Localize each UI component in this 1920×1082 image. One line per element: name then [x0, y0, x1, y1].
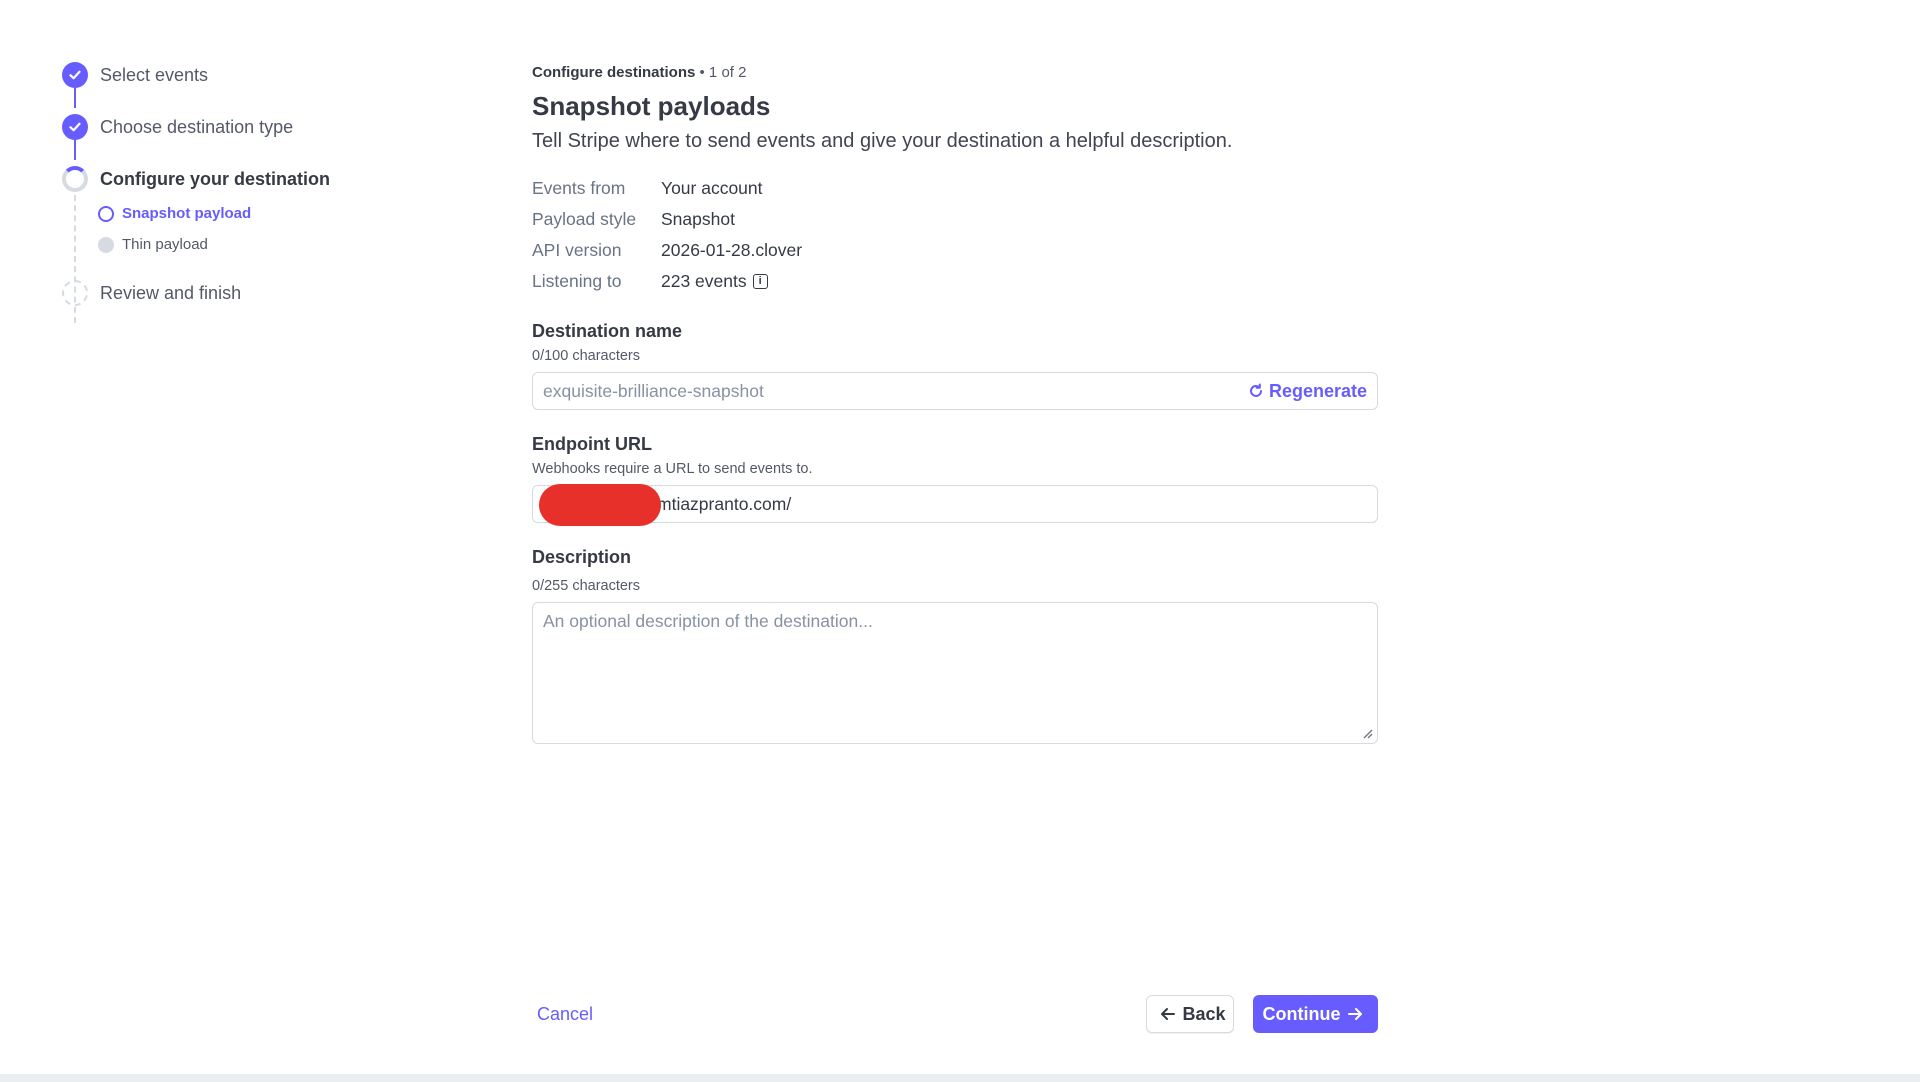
- progress-ring-icon: [62, 166, 88, 192]
- endpoint-url-field: Endpoint URL Webhooks require a URL to s…: [532, 434, 1378, 526]
- back-label: Back: [1182, 1003, 1226, 1024]
- resize-handle-icon[interactable]: [1361, 727, 1373, 739]
- page-title: Snapshot payloads: [532, 91, 771, 121]
- substep-label: Thin payload: [122, 236, 208, 253]
- summary-row: Listening to 223 events i: [532, 266, 1378, 297]
- check-circle-icon: [62, 62, 88, 88]
- step-connector: [74, 140, 76, 160]
- description-field: Description 0/255 characters: [532, 547, 1378, 744]
- description-textarea-box: [532, 602, 1378, 744]
- pending-circle-icon: [62, 280, 88, 306]
- summary-row: Events from Your account: [532, 173, 1378, 204]
- breadcrumb-section: Configure destinations: [532, 64, 696, 81]
- bottom-divider: [0, 1074, 1920, 1082]
- summary-value: Your account: [661, 178, 763, 198]
- step-configure-destination: Configure your destination: [62, 166, 330, 192]
- continue-label: Continue: [1262, 1003, 1341, 1024]
- info-icon[interactable]: i: [752, 274, 768, 289]
- step-label: Review and finish: [100, 282, 242, 303]
- description-label: Description: [532, 547, 632, 567]
- substep-label: Snapshot payload: [122, 205, 252, 222]
- destination-name-field: Destination name 0/100 characters Regene…: [532, 321, 1378, 410]
- destination-name-input[interactable]: [543, 380, 1248, 402]
- cancel-link[interactable]: Cancel: [537, 1004, 593, 1025]
- regenerate-button[interactable]: Regenerate: [1248, 381, 1367, 402]
- endpoint-url-input-box: [532, 484, 1378, 526]
- step-choose-destination-type[interactable]: Choose destination type: [62, 114, 293, 140]
- check-circle-icon: [62, 114, 88, 140]
- destination-name-input-box: Regenerate: [532, 372, 1378, 410]
- step-label: Choose destination type: [100, 116, 294, 137]
- summary-value-events: 223 events i: [661, 271, 768, 292]
- summary-value: Snapshot: [661, 209, 735, 229]
- events-count: 223 events: [661, 271, 747, 291]
- endpoint-url-label: Endpoint URL: [532, 434, 652, 454]
- continue-button[interactable]: Continue: [1253, 995, 1378, 1033]
- arrow-right-icon: [1347, 1008, 1362, 1020]
- breadcrumb-progress: • 1 of 2: [699, 64, 747, 81]
- step-label: Select events: [100, 64, 209, 85]
- step-select-events[interactable]: Select events: [62, 62, 208, 88]
- destination-name-char-count: 0/100 characters: [532, 348, 641, 364]
- page-subtitle: Tell Stripe where to send events and giv…: [532, 130, 1233, 152]
- dot-icon: [98, 236, 114, 253]
- substep-snapshot-payload[interactable]: Snapshot payload: [98, 205, 251, 222]
- summary-key: Payload style: [532, 209, 637, 229]
- summary-key: Listening to: [532, 271, 622, 291]
- summary-key: Events from: [532, 178, 626, 198]
- destination-name-label: Destination name: [532, 321, 683, 341]
- redaction-mark: [539, 484, 661, 526]
- step-review-and-finish: Review and finish: [62, 280, 241, 306]
- step-connector: [74, 88, 76, 108]
- endpoint-url-input[interactable]: [657, 493, 1367, 515]
- summary-row: API version 2026-01-28.clover: [532, 235, 1378, 266]
- summary-value: 2026-01-28.clover: [661, 240, 803, 260]
- destination-summary: Events from Your account Payload style S…: [532, 173, 1378, 297]
- summary-key: API version: [532, 240, 622, 260]
- refresh-icon: [1249, 383, 1262, 397]
- step-label: Configure your destination: [100, 168, 331, 189]
- main-content: Configure destinations • 1 of 2 Snapshot…: [532, 64, 1378, 744]
- breadcrumb: Configure destinations • 1 of 2: [532, 64, 1378, 81]
- arrow-left-icon: [1161, 1008, 1176, 1020]
- description-char-count: 0/255 characters: [532, 578, 641, 594]
- summary-row: Payload style Snapshot: [532, 204, 1378, 235]
- substep-thin-payload[interactable]: Thin payload: [98, 236, 208, 253]
- regenerate-label: Regenerate: [1268, 380, 1367, 401]
- endpoint-url-help: Webhooks require a URL to send events to…: [532, 461, 813, 477]
- back-button[interactable]: Back: [1146, 995, 1234, 1033]
- description-textarea[interactable]: [533, 603, 1377, 743]
- radio-ring-icon: [98, 205, 114, 222]
